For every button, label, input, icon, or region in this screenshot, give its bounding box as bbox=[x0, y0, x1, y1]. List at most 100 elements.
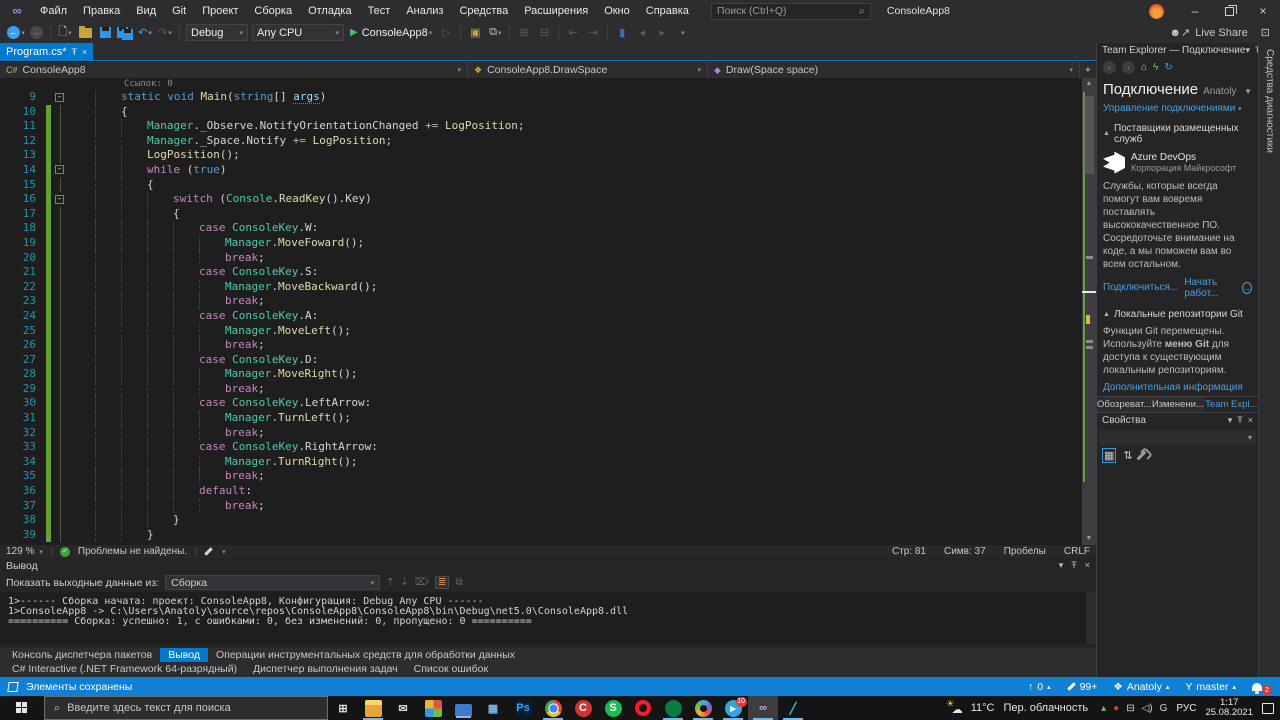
restore-button[interactable] bbox=[1212, 0, 1246, 22]
menu-проект[interactable]: Проект bbox=[194, 0, 246, 22]
mail-app[interactable]: ✉ bbox=[388, 696, 418, 720]
panel-tab--[interactable]: Изменени... bbox=[1151, 396, 1205, 412]
forward-icon[interactable]: › bbox=[1122, 61, 1135, 75]
live-share-button[interactable]: ☻↗ Live Share ⊡ bbox=[1169, 26, 1270, 40]
chevron-down-icon[interactable]: ▼ bbox=[1244, 87, 1252, 96]
more-info-link[interactable]: Дополнительная информация bbox=[1097, 379, 1258, 396]
user-avatar[interactable] bbox=[1149, 3, 1164, 19]
refresh-icon[interactable]: ↻ bbox=[1164, 62, 1172, 73]
menu-правка[interactable]: Правка bbox=[75, 0, 128, 22]
edge-browser[interactable] bbox=[688, 696, 718, 720]
back-icon[interactable]: ‹ bbox=[1103, 61, 1116, 75]
collapse-region-icon[interactable]: − bbox=[55, 92, 64, 102]
window-position-icon[interactable]: ▾ bbox=[1228, 415, 1233, 426]
panel-tab-team-expl-[interactable]: Team Expl... bbox=[1204, 396, 1259, 412]
save-all-button[interactable] bbox=[116, 24, 134, 42]
scroll-up-icon[interactable]: ▲ bbox=[1082, 78, 1096, 90]
menu-файл[interactable]: Файл bbox=[32, 0, 75, 22]
bookmark-prev-icon[interactable]: ◂ bbox=[633, 24, 651, 42]
window-position-icon[interactable]: ▾ bbox=[1245, 45, 1250, 56]
weather-icon[interactable]: ☀ ☁ bbox=[946, 699, 963, 716]
tab-program-cs[interactable]: Program.cs* Ŧ × bbox=[0, 43, 94, 60]
repository-indicator[interactable]: ❖ Anatoly ▴ bbox=[1113, 681, 1169, 693]
tool-tab-список оши[interactable]: Список ошибок bbox=[406, 662, 496, 676]
indent-increase-icon[interactable]: ⇥ bbox=[584, 24, 602, 42]
breadcrumb-member-dropdown[interactable]: ◆ Draw(Space space) ▾ bbox=[708, 62, 1080, 78]
language-indicator[interactable]: РУС bbox=[1176, 703, 1196, 714]
scrollbar-thumb[interactable] bbox=[1084, 96, 1094, 174]
prev-message-icon[interactable]: ⇡ bbox=[386, 577, 394, 588]
weather-temp[interactable]: 11°C bbox=[971, 702, 995, 714]
notifications-bell[interactable]: 2 bbox=[1252, 679, 1272, 695]
menu-справка[interactable]: Справка bbox=[638, 0, 697, 22]
pin-tab-icon[interactable]: Ŧ bbox=[72, 47, 78, 57]
redo-button[interactable]: ↷ ▾ bbox=[156, 24, 174, 42]
find-in-files-icon[interactable]: ⊞ bbox=[515, 24, 533, 42]
diagnostic-tools-tab[interactable]: Средства диагностики bbox=[1264, 49, 1275, 153]
chrome-browser[interactable] bbox=[538, 696, 568, 720]
photoshop[interactable]: Ps bbox=[508, 696, 538, 720]
clock[interactable]: 1:17 25.08.2021 bbox=[1205, 698, 1253, 718]
new-project-button[interactable]: 🗋 ▾ bbox=[56, 24, 74, 42]
get-started-link[interactable]: Начать работ... bbox=[1184, 277, 1236, 299]
visual-studio[interactable]: ∞ bbox=[748, 696, 778, 720]
menu-вид[interactable]: Вид bbox=[128, 0, 164, 22]
taskbar-search-box[interactable]: ⌕ Введите здесь текст для поиска bbox=[44, 696, 328, 720]
output-title-bar[interactable]: Вывод ▾ Ŧ × bbox=[0, 558, 1096, 573]
menu-отладка[interactable]: Отладка bbox=[300, 0, 359, 22]
editor-zoom-dropdown[interactable]: 129 % ▾ bbox=[6, 546, 43, 557]
manage-connections-link[interactable]: Управление подключениями ▾ bbox=[1097, 100, 1258, 117]
package-icon[interactable]: ▣ bbox=[466, 24, 484, 42]
arrow-right-icon[interactable]: → bbox=[1242, 281, 1252, 294]
problems-status[interactable]: Проблемы не найдены. bbox=[78, 546, 187, 557]
spaces-indicator[interactable]: Пробелы bbox=[1004, 546, 1046, 557]
next-message-icon[interactable]: ⇣ bbox=[401, 577, 409, 588]
close-button[interactable]: × bbox=[1246, 0, 1280, 22]
output-log[interactable]: 1>------ Сборка начата: проект: ConsoleA… bbox=[0, 592, 1096, 644]
toolbar-overflow-icon[interactable]: ▾ bbox=[673, 24, 691, 42]
close-icon[interactable]: × bbox=[1085, 560, 1090, 571]
navigate-back-button[interactable]: ← ▾ bbox=[7, 24, 25, 42]
tool-tab-вывод[interactable]: Вывод bbox=[160, 648, 208, 662]
output-scrollbar[interactable] bbox=[1086, 592, 1096, 644]
pending-edits-indicator[interactable]: 99+ bbox=[1066, 681, 1097, 693]
tray-update-icon[interactable]: ▴ bbox=[1101, 703, 1106, 714]
editor-vertical-scrollbar[interactable]: ▲ ▼ bbox=[1082, 78, 1096, 545]
properties-title-bar[interactable]: Свойства ▾ Ŧ × bbox=[1097, 413, 1258, 429]
close-icon[interactable]: × bbox=[1248, 415, 1253, 426]
tray-app-icon[interactable]: ● bbox=[1113, 703, 1119, 714]
local-git-section[interactable]: ▲ Локальные репозитории Git bbox=[1097, 303, 1258, 323]
breadcrumb-project-dropdown[interactable]: C# ConsoleApp8 ▾ bbox=[0, 62, 468, 78]
connect-link[interactable]: Подключиться... bbox=[1103, 282, 1178, 293]
menu-окно[interactable]: Окно bbox=[596, 0, 638, 22]
code-editor[interactable]: Ссылок: 0 9− static void Main(string[] ar… bbox=[0, 78, 1082, 545]
minimize-button[interactable]: – bbox=[1178, 0, 1212, 22]
caret-line-indicator[interactable]: Стр: 81 bbox=[892, 546, 926, 557]
green-messenger-app[interactable] bbox=[658, 696, 688, 720]
quick-search-box[interactable]: Поиск (Ctrl+Q) ⌕ bbox=[710, 2, 871, 20]
geforce-icon[interactable]: G bbox=[1160, 703, 1168, 714]
tool-tab-операции и[interactable]: Операции инструментальных средств для об… bbox=[208, 648, 523, 662]
solution-platforms-dropdown[interactable]: Any CPU ▾ bbox=[252, 24, 344, 41]
volume-icon[interactable]: ◁) bbox=[1142, 703, 1153, 714]
pushes-indicator[interactable]: ↑ 0 ▴ bbox=[1028, 681, 1051, 693]
eol-indicator[interactable]: CRLF bbox=[1064, 546, 1090, 557]
caret-column-indicator[interactable]: Симв: 37 bbox=[944, 546, 986, 557]
split-window-button[interactable]: + bbox=[1080, 64, 1096, 76]
close-tab-icon[interactable]: × bbox=[82, 47, 87, 57]
my-computer[interactable] bbox=[448, 696, 478, 720]
track-changes-icon[interactable] bbox=[204, 547, 213, 556]
screenshot-icon[interactable]: ⧉ ▾ bbox=[486, 24, 504, 42]
codelens-references[interactable]: Ссылок: 0 bbox=[0, 78, 1082, 90]
task-view-button[interactable]: ⊞ bbox=[328, 696, 358, 720]
indent-decrease-icon[interactable]: ⇤ bbox=[564, 24, 582, 42]
weather-text[interactable]: Пер. облачность bbox=[1003, 702, 1088, 714]
start-without-debugging-icon[interactable]: ▷ bbox=[437, 24, 455, 42]
team-explorer-title-bar[interactable]: Team Explorer — Подключение ▾ Ŧ × bbox=[1097, 43, 1258, 59]
alphabetical-sort-icon[interactable]: ⇅ bbox=[1123, 449, 1132, 462]
hosted-providers-section[interactable]: ▲ Поставщики размещенных служб bbox=[1097, 117, 1258, 148]
bookmark-icon[interactable]: ▮ bbox=[613, 24, 631, 42]
action-center-icon[interactable] bbox=[1262, 702, 1274, 714]
tool-tab-c# interac[interactable]: C# Interactive (.NET Framework 64-разряд… bbox=[4, 662, 245, 676]
undo-button[interactable]: ↶ ▾ bbox=[136, 24, 154, 42]
